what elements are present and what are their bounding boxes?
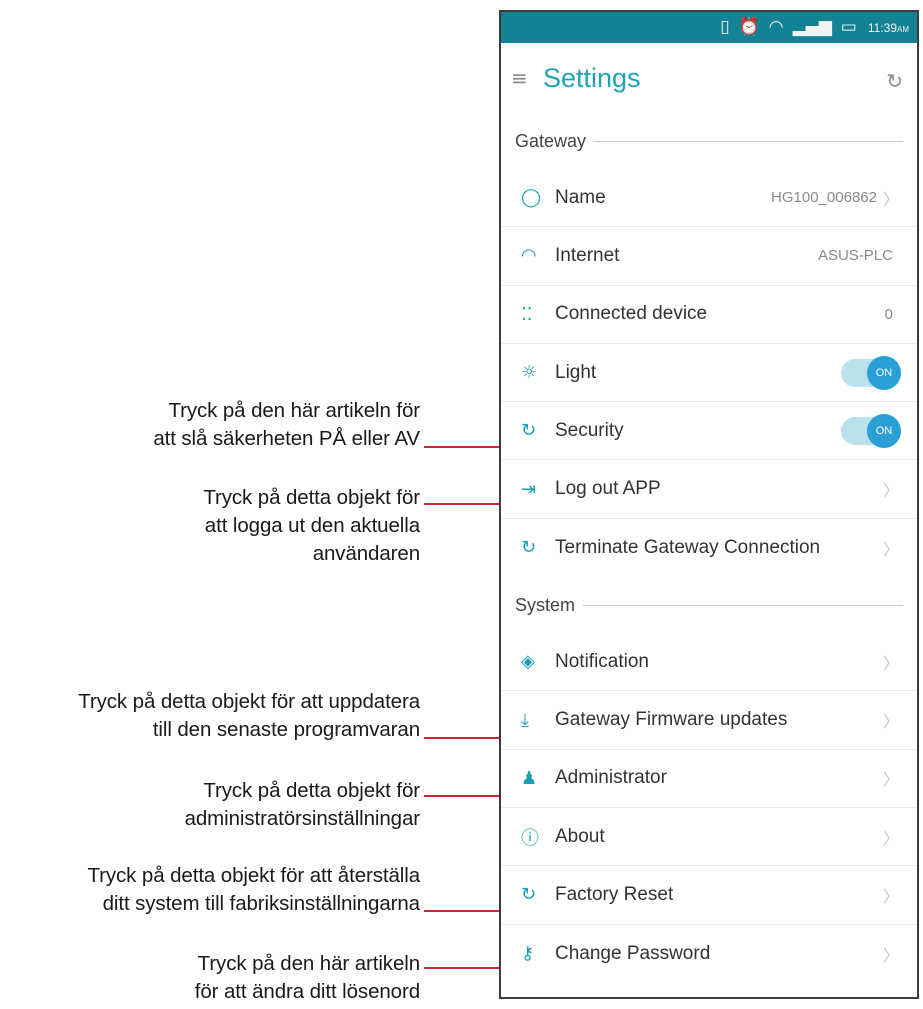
settings-item-administrator[interactable]: ♟ Administrator 〉 [501,750,917,808]
chevron-right-icon: 〉 [882,189,899,209]
status-time: 11:39AM [867,20,909,35]
app-bar: ≡ Settings ↻ [501,43,917,113]
chevron-right-icon: 〉 [882,828,899,848]
settings-item-notification[interactable]: ◈ Notification 〉 [501,633,917,692]
chevron-right-icon: 〉 [882,539,899,559]
chevron-right-icon: 〉 [882,653,899,673]
chevron-right-icon: 〉 [882,886,899,906]
disconnect-icon: ↻ [521,537,537,559]
page-title: Settings [543,62,641,93]
annotation-logout: Tryck på detta objekt för att logga ut d… [203,486,420,565]
phone-screen: ▯ ⏰ ◠ ▂▄▆ ▭ 11:39AM ≡ Settings ↻ Gateway… [499,10,919,999]
logout-icon: ⇥ [521,478,537,500]
light-toggle[interactable]: ON [841,355,901,390]
annotation-password: Tryck på den här artikeln för att ändra … [194,952,420,1003]
signal-icon: ▂▄▆ [792,17,832,37]
section-header-gateway: Gateway [501,113,917,169]
light-toggle-knob: ON [867,355,901,390]
wifi-icon: ◠ [521,245,537,267]
hamburger-menu-icon[interactable]: ≡ [511,66,537,90]
refresh-icon[interactable]: ↻ [886,69,903,93]
settings-item-firmware-updates[interactable]: ⤓ Gateway Firmware updates 〉 [501,691,917,750]
security-toggle[interactable]: ON [841,413,901,448]
section-header-system: System [501,577,917,633]
settings-item-name[interactable]: ◯ Name HG100_006862 〉 [501,169,917,228]
connected-device-count: 0 [884,305,893,323]
settings-item-terminate-connection[interactable]: ↻ Terminate Gateway Connection 〉 [501,519,917,577]
chevron-right-icon: 〉 [882,945,899,965]
settings-item-about[interactable]: ⓘ About 〉 [501,808,917,867]
annotation-firmware: Tryck på detta objekt för att uppdatera … [78,690,420,741]
settings-item-light: ☼ Light ON [501,344,917,403]
key-icon: ⚷ [521,943,535,965]
settings-item-security: ↻ Security ON [501,402,917,461]
security-shield-icon: ↻ [521,420,537,442]
settings-item-factory-reset[interactable]: ↻ Factory Reset 〉 [501,866,917,925]
gateway-name-value: HG100_006862 [771,189,877,207]
vibrate-icon: ▯ [720,17,730,37]
chevron-right-icon: 〉 [882,712,899,732]
admin-user-icon: ♟ [521,767,538,789]
chat-bubble-icon: ◯ [521,187,542,209]
download-icon: ⤓ [521,709,529,731]
notification-icon: ◈ [521,651,535,673]
internet-network-value: ASUS-PLC [817,247,893,265]
wifi-icon: ◠ [768,17,784,37]
settings-item-log-out[interactable]: ⇥ Log out APP 〉 [501,460,917,519]
settings-item-connected-device[interactable]: ⁚⁚ Connected device 0 [501,286,917,344]
security-toggle-knob: ON [867,413,901,448]
settings-item-change-password[interactable]: ⚷ Change Password 〉 [501,925,917,983]
status-bar: ▯ ⏰ ◠ ▂▄▆ ▭ 11:39AM [501,12,917,43]
info-icon: ⓘ [521,827,539,849]
settings-item-internet[interactable]: ◠ Internet ASUS-PLC [501,227,917,286]
devices-grid-icon: ⁚⁚ [521,303,533,325]
light-sun-icon: ☼ [521,362,538,384]
reset-icon: ↻ [521,884,537,906]
annotation-administrator: Tryck på detta objekt för administratörs… [184,779,421,830]
alarm-icon: ⏰ [738,17,760,37]
battery-icon: ▭ [840,17,857,37]
section-divider [594,140,903,142]
section-divider [583,604,903,606]
chevron-right-icon: 〉 [882,481,899,501]
annotation-security: Tryck på den här artikeln för att slå sä… [153,399,420,450]
chevron-right-icon: 〉 [882,770,899,790]
annotation-factory: Tryck på detta objekt för att återställa… [87,864,420,915]
